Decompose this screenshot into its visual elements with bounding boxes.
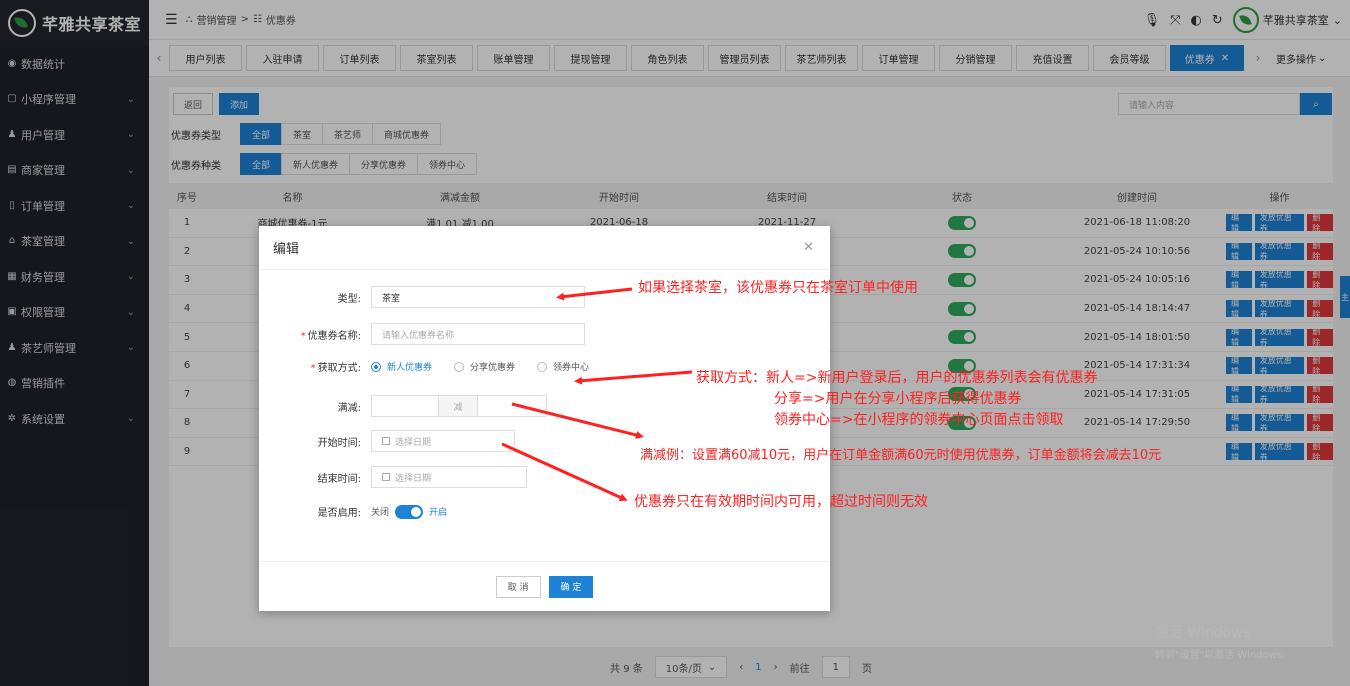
modal-footer: 取 消 确 定 xyxy=(259,561,830,611)
note-type: 如果选择茶室，该优惠券只在茶室订单中使用 xyxy=(638,280,918,296)
discount-amount-input[interactable] xyxy=(477,395,547,417)
start-date-picker[interactable]: 选择日期 xyxy=(371,430,515,452)
name-row: * 优惠券名称: 请输入优惠券名称 xyxy=(259,323,585,345)
end-date-picker[interactable]: 选择日期 xyxy=(371,466,527,488)
note-method-2: 分享=>用户在分享小程序后获得优惠券 xyxy=(774,391,1022,407)
modal-title: 编辑 xyxy=(259,226,830,270)
watermark-title: 激活 Windows xyxy=(1155,625,1250,641)
type-select[interactable]: 茶室 xyxy=(371,286,585,308)
watermark-sub: 转到"设置"以激活 Windows。 xyxy=(1155,650,1293,661)
discount-row: 满减: 减 xyxy=(259,395,547,417)
close-icon[interactable]: ✕ xyxy=(803,240,814,255)
method-label: * 获取方式: xyxy=(310,363,361,374)
note-discount: 满减例：设置满60减10元，用户在订单金额满60元时使用优惠券，订单金额将会减去… xyxy=(640,448,1162,463)
coupon-name-input[interactable]: 请输入优惠券名称 xyxy=(371,323,585,345)
calendar-icon xyxy=(382,473,390,481)
end-label: 结束时间: xyxy=(317,473,361,485)
note-validity: 优惠券只在有效期时间内可用，超过时间则无效 xyxy=(634,494,928,510)
type-label: 类型: xyxy=(337,293,361,305)
method-radio-center[interactable]: 领券中心 xyxy=(537,360,589,373)
cancel-button[interactable]: 取 消 xyxy=(495,575,541,598)
confirm-button[interactable]: 确 定 xyxy=(548,575,594,598)
discount-separator: 减 xyxy=(438,395,478,417)
discount-threshold-input[interactable] xyxy=(371,395,439,417)
method-radio-share[interactable]: 分享优惠券 xyxy=(454,360,515,373)
enable-on-label: 开启 xyxy=(429,508,448,518)
start-label: 开始时间: xyxy=(317,437,361,449)
discount-label: 满减: xyxy=(337,402,361,414)
enable-row: 是否启用: 关闭 开启 xyxy=(259,504,447,519)
note-method-3: 领券中心=>在小程序的领券中心页面点击领取 xyxy=(774,412,1064,428)
note-method-1: 获取方式：新人=>新用户登录后，用户的优惠券列表会有优惠券 xyxy=(696,370,1098,386)
method-radio-new[interactable]: 新人优惠券 xyxy=(371,360,432,373)
calendar-icon xyxy=(382,437,390,445)
start-row: 开始时间: 选择日期 xyxy=(259,430,515,452)
windows-watermark: 激活 Windows 转到"设置"以激活 Windows。 xyxy=(1155,622,1292,661)
end-row: 结束时间: 选择日期 xyxy=(259,466,527,488)
enable-off-label: 关闭 xyxy=(371,508,390,518)
enable-toggle[interactable] xyxy=(395,504,424,519)
type-row: 类型: 茶室 xyxy=(259,286,585,308)
method-row: * 获取方式: 新人优惠券 分享优惠券 领券中心 xyxy=(259,359,611,374)
enable-label: 是否启用: xyxy=(317,508,361,519)
name-label: * 优惠券名称: xyxy=(300,330,361,342)
